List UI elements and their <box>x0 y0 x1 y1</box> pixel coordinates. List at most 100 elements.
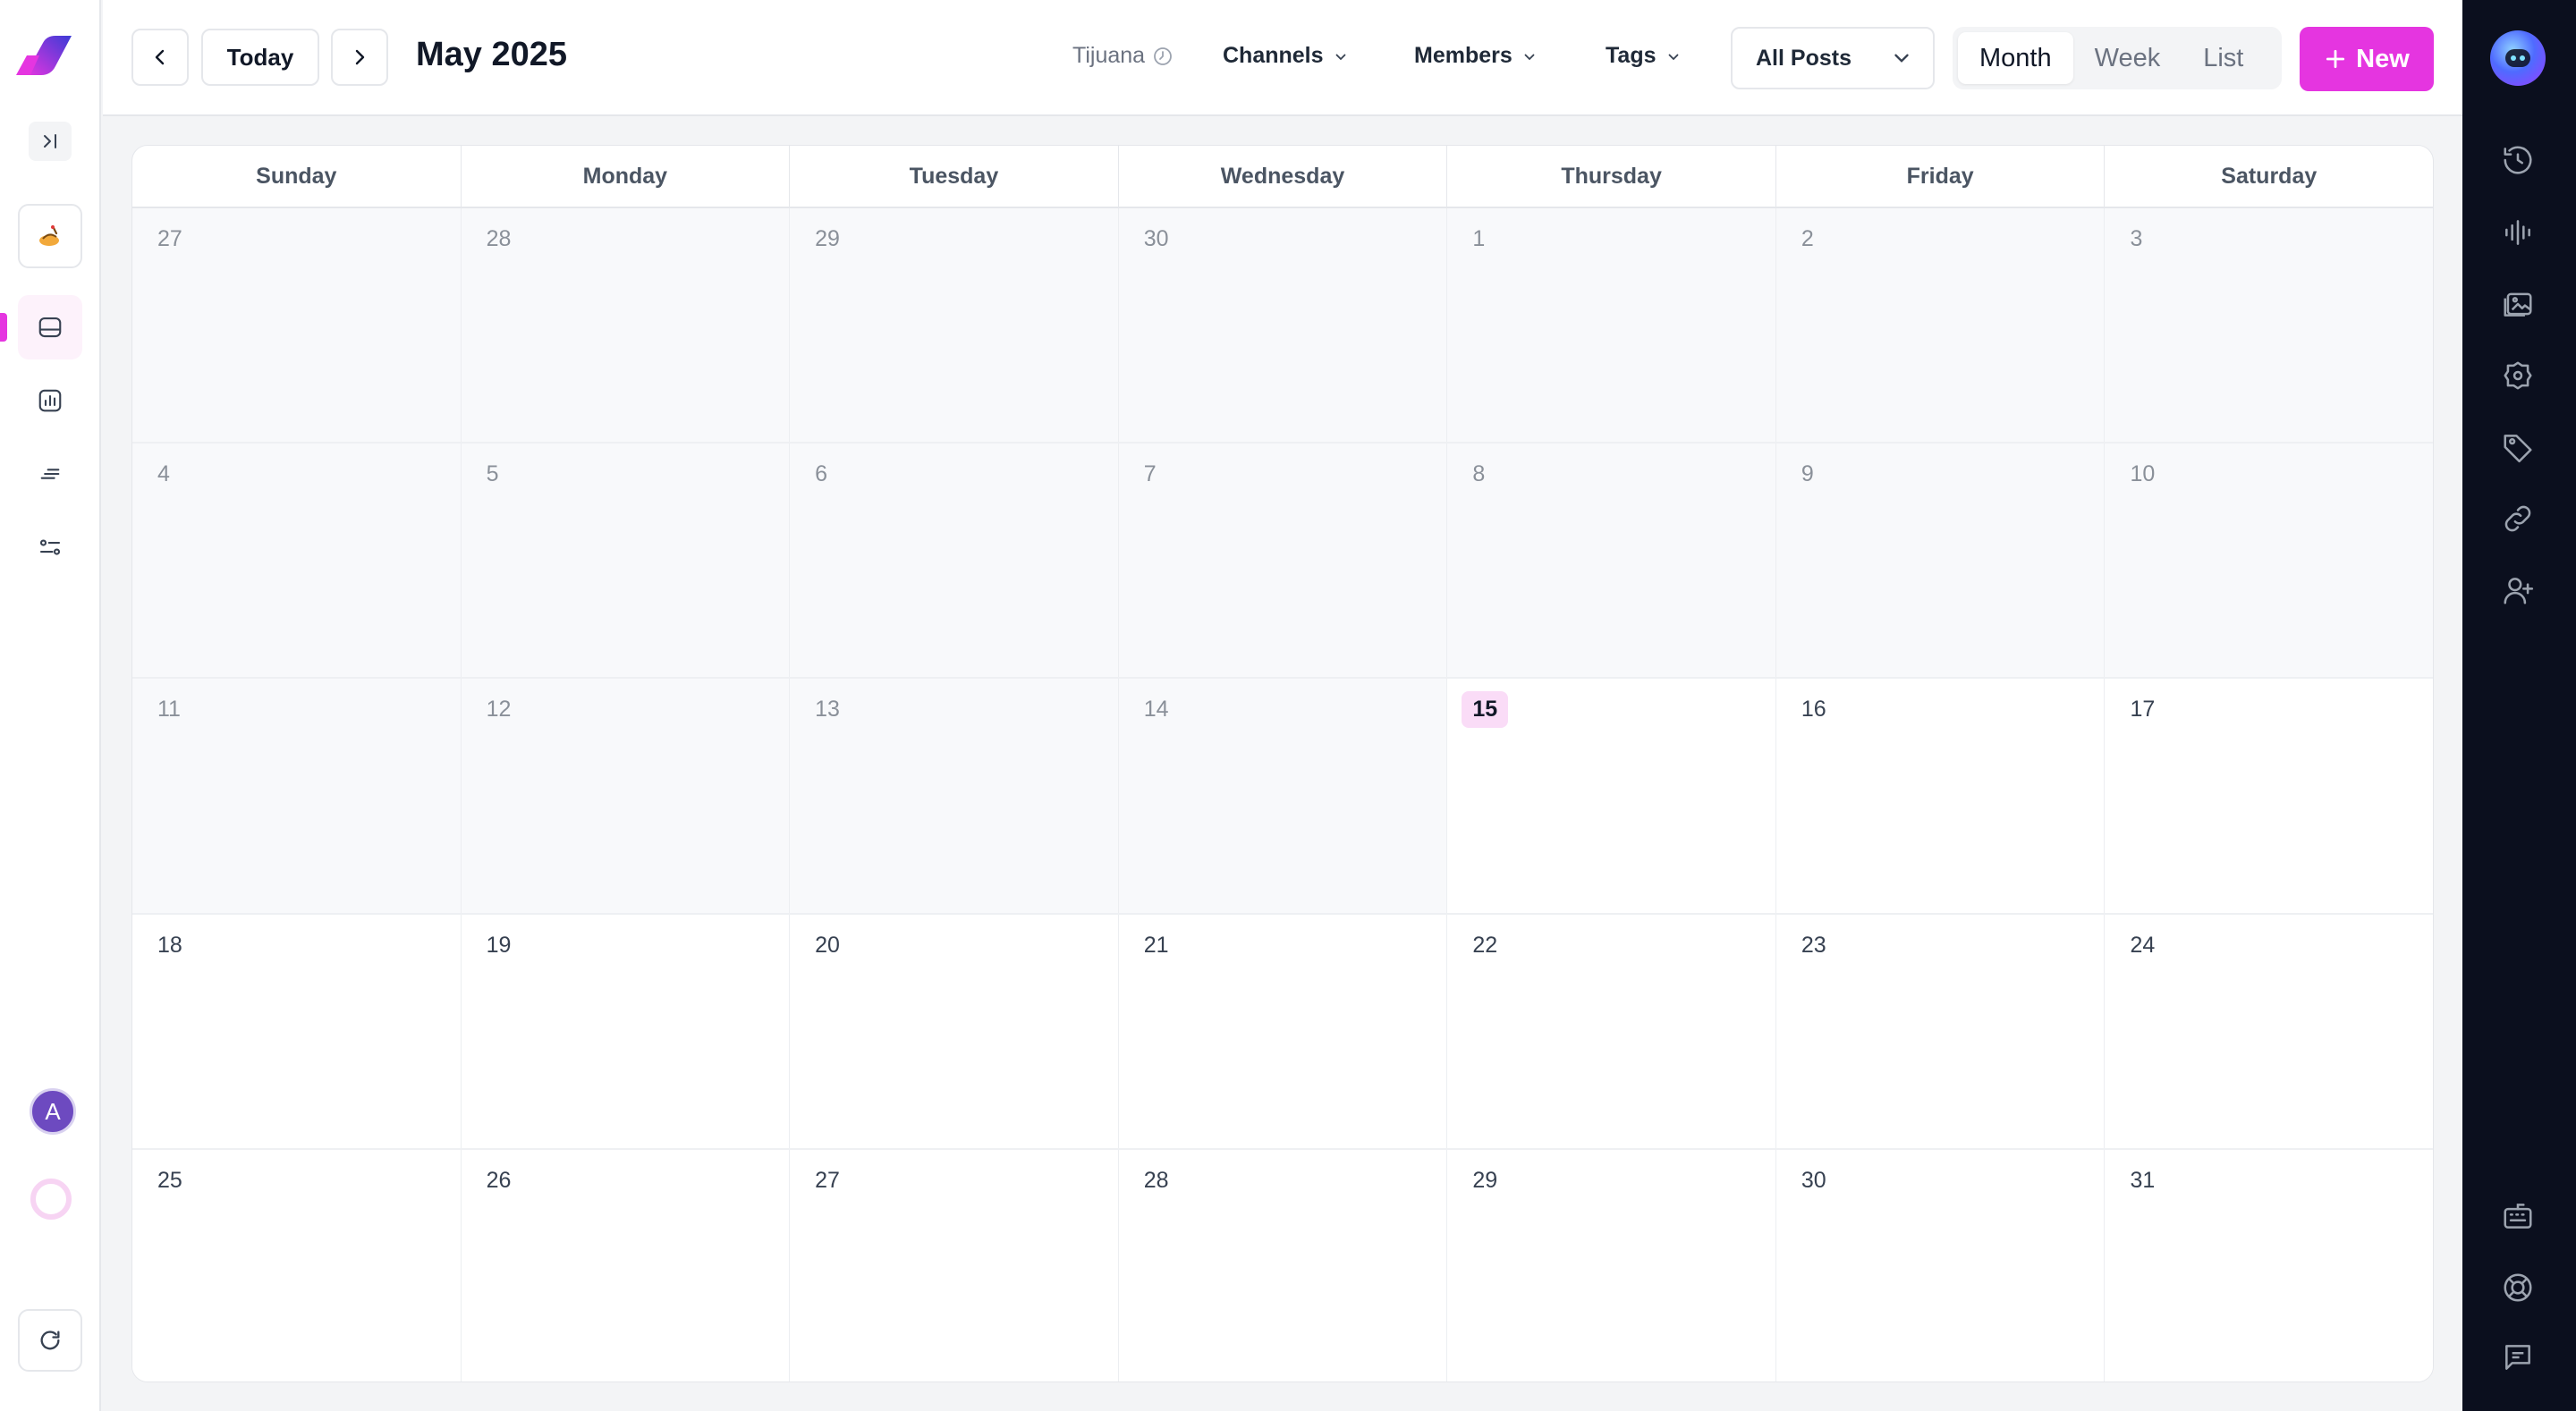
keyboard-shortcuts-button[interactable] <box>2498 1196 2538 1236</box>
workspace-brand-button[interactable] <box>18 204 82 268</box>
calendar-day[interactable]: 14 <box>1118 679 1448 913</box>
today-button[interactable]: Today <box>201 29 319 86</box>
calendar-day[interactable]: 6 <box>790 444 1119 678</box>
calendar-day[interactable]: 19 <box>461 914 791 1148</box>
calendar-day[interactable]: 3 <box>2105 208 2433 443</box>
calendar-day[interactable]: 5 <box>461 444 791 678</box>
list-sort-icon <box>38 461 63 486</box>
day-number: 29 <box>815 226 840 251</box>
calendar-day[interactable]: 1 <box>1447 208 1776 443</box>
view-week-tab[interactable]: Week <box>2073 32 2182 84</box>
day-number: 20 <box>815 932 840 958</box>
help-lifebuoy-icon <box>2501 1271 2535 1305</box>
new-post-button[interactable]: New <box>2300 27 2434 91</box>
day-number: 4 <box>157 461 170 487</box>
calendar-day[interactable]: 16 <box>1775 679 2106 913</box>
calendar-day[interactable]: 23 <box>1775 914 2106 1148</box>
media-library-button[interactable] <box>2498 284 2538 324</box>
chevron-down-icon <box>1890 46 1913 70</box>
calendar-day[interactable]: 11 <box>132 679 462 913</box>
timezone-selector[interactable]: Tijuana <box>1072 43 1174 69</box>
calendar-day[interactable]: 4 <box>132 444 462 678</box>
calendar-day[interactable]: 21 <box>1118 914 1448 1148</box>
links-button[interactable] <box>2498 499 2538 538</box>
calendar-day[interactable]: 22 <box>1447 914 1776 1148</box>
day-number: 6 <box>815 461 828 487</box>
weekday-wednesday: Wednesday <box>1119 146 1448 207</box>
today-badge: 15 <box>1462 691 1509 729</box>
calendar-day[interactable]: 20 <box>790 914 1119 1148</box>
logo-icon[interactable] <box>16 36 72 75</box>
nav-analytics[interactable] <box>18 368 82 433</box>
progress-ring[interactable] <box>30 1179 72 1220</box>
calendar-week: 27 28 29 30 1 2 3 <box>132 208 2433 444</box>
nav-calendar-inbox[interactable] <box>18 295 82 359</box>
weekday-monday: Monday <box>462 146 791 207</box>
history-icon <box>2501 143 2535 177</box>
day-number: 3 <box>2130 226 2143 251</box>
calendar-day[interactable]: 7 <box>1118 444 1448 678</box>
day-number: 23 <box>1801 932 1826 958</box>
calendar-day-today[interactable]: 15 <box>1447 679 1776 913</box>
calendar-day[interactable]: 30 <box>1118 208 1448 443</box>
right-tool-rail <box>2462 0 2576 1411</box>
calendar-day[interactable]: 28 <box>461 208 791 443</box>
nav-settings[interactable] <box>18 515 82 579</box>
expand-sidebar-icon <box>39 131 61 152</box>
feedback-message-icon <box>2501 1340 2535 1374</box>
calendar-day[interactable]: 10 <box>2105 444 2433 678</box>
calendar-day[interactable]: 25 <box>132 1149 462 1381</box>
calendar-day[interactable]: 12 <box>461 679 791 913</box>
calendar-day[interactable]: 27 <box>132 208 462 443</box>
tags-filter[interactable]: Tags <box>1606 43 1682 69</box>
calendar-day[interactable]: 26 <box>461 1149 791 1381</box>
audio-button[interactable] <box>2498 213 2538 252</box>
members-filter[interactable]: Members <box>1414 43 1538 69</box>
calendar-day[interactable]: 18 <box>132 914 462 1148</box>
view-switcher: Month Week List <box>1953 27 2282 89</box>
calendar-week: 4 5 6 7 8 9 10 <box>132 444 2433 680</box>
history-button[interactable] <box>2498 140 2538 180</box>
refresh-button[interactable] <box>18 1309 82 1372</box>
previous-month-button[interactable] <box>131 29 189 86</box>
nav-queue[interactable] <box>18 442 82 506</box>
left-sidebar: A <box>0 0 101 1411</box>
calendar-day[interactable]: 31 <box>2105 1149 2433 1381</box>
calendar-day[interactable]: 2 <box>1775 208 2106 443</box>
tags-button[interactable] <box>2498 427 2538 467</box>
expand-sidebar-button[interactable] <box>29 122 72 161</box>
members-filter-label: Members <box>1414 43 1513 68</box>
calendar-day[interactable]: 17 <box>2105 679 2433 913</box>
calendar-day[interactable]: 30 <box>1775 1149 2106 1381</box>
calendar-week: 25 26 27 28 29 30 31 <box>132 1149 2433 1381</box>
calendar-day[interactable]: 8 <box>1447 444 1776 678</box>
calendar-day[interactable]: 9 <box>1775 444 2106 678</box>
channels-filter[interactable]: Channels <box>1223 43 1349 69</box>
assistant-bot-button[interactable] <box>2490 30 2546 86</box>
calendar-day[interactable]: 28 <box>1118 1149 1448 1381</box>
view-list-tab[interactable]: List <box>2182 32 2265 84</box>
view-month-tab[interactable]: Month <box>1958 32 2073 84</box>
day-number: 28 <box>1143 1167 1169 1193</box>
inbox-icon <box>37 314 64 341</box>
next-month-button[interactable] <box>331 29 388 86</box>
avatar[interactable]: A <box>30 1088 76 1135</box>
calendar-day[interactable]: 24 <box>2105 914 2433 1148</box>
feedback-button[interactable] <box>2498 1338 2538 1377</box>
calendar-day[interactable]: 13 <box>790 679 1119 913</box>
day-number: 12 <box>486 697 512 722</box>
calendar-day[interactable]: 27 <box>790 1149 1119 1381</box>
invite-member-button[interactable] <box>2498 570 2538 610</box>
day-number: 28 <box>486 226 512 251</box>
audio-waveform-icon <box>2501 215 2535 249</box>
day-number: 30 <box>1143 226 1169 251</box>
posts-filter-select[interactable]: All Posts <box>1731 27 1935 89</box>
brand-icon <box>37 223 64 249</box>
chevron-down-icon <box>1665 48 1682 64</box>
calendar-day[interactable]: 29 <box>790 208 1119 443</box>
day-number: 27 <box>157 226 182 251</box>
day-number: 14 <box>1143 697 1169 722</box>
help-button[interactable] <box>2498 1268 2538 1307</box>
badge-settings-button[interactable] <box>2498 356 2538 395</box>
calendar-day[interactable]: 29 <box>1447 1149 1776 1381</box>
